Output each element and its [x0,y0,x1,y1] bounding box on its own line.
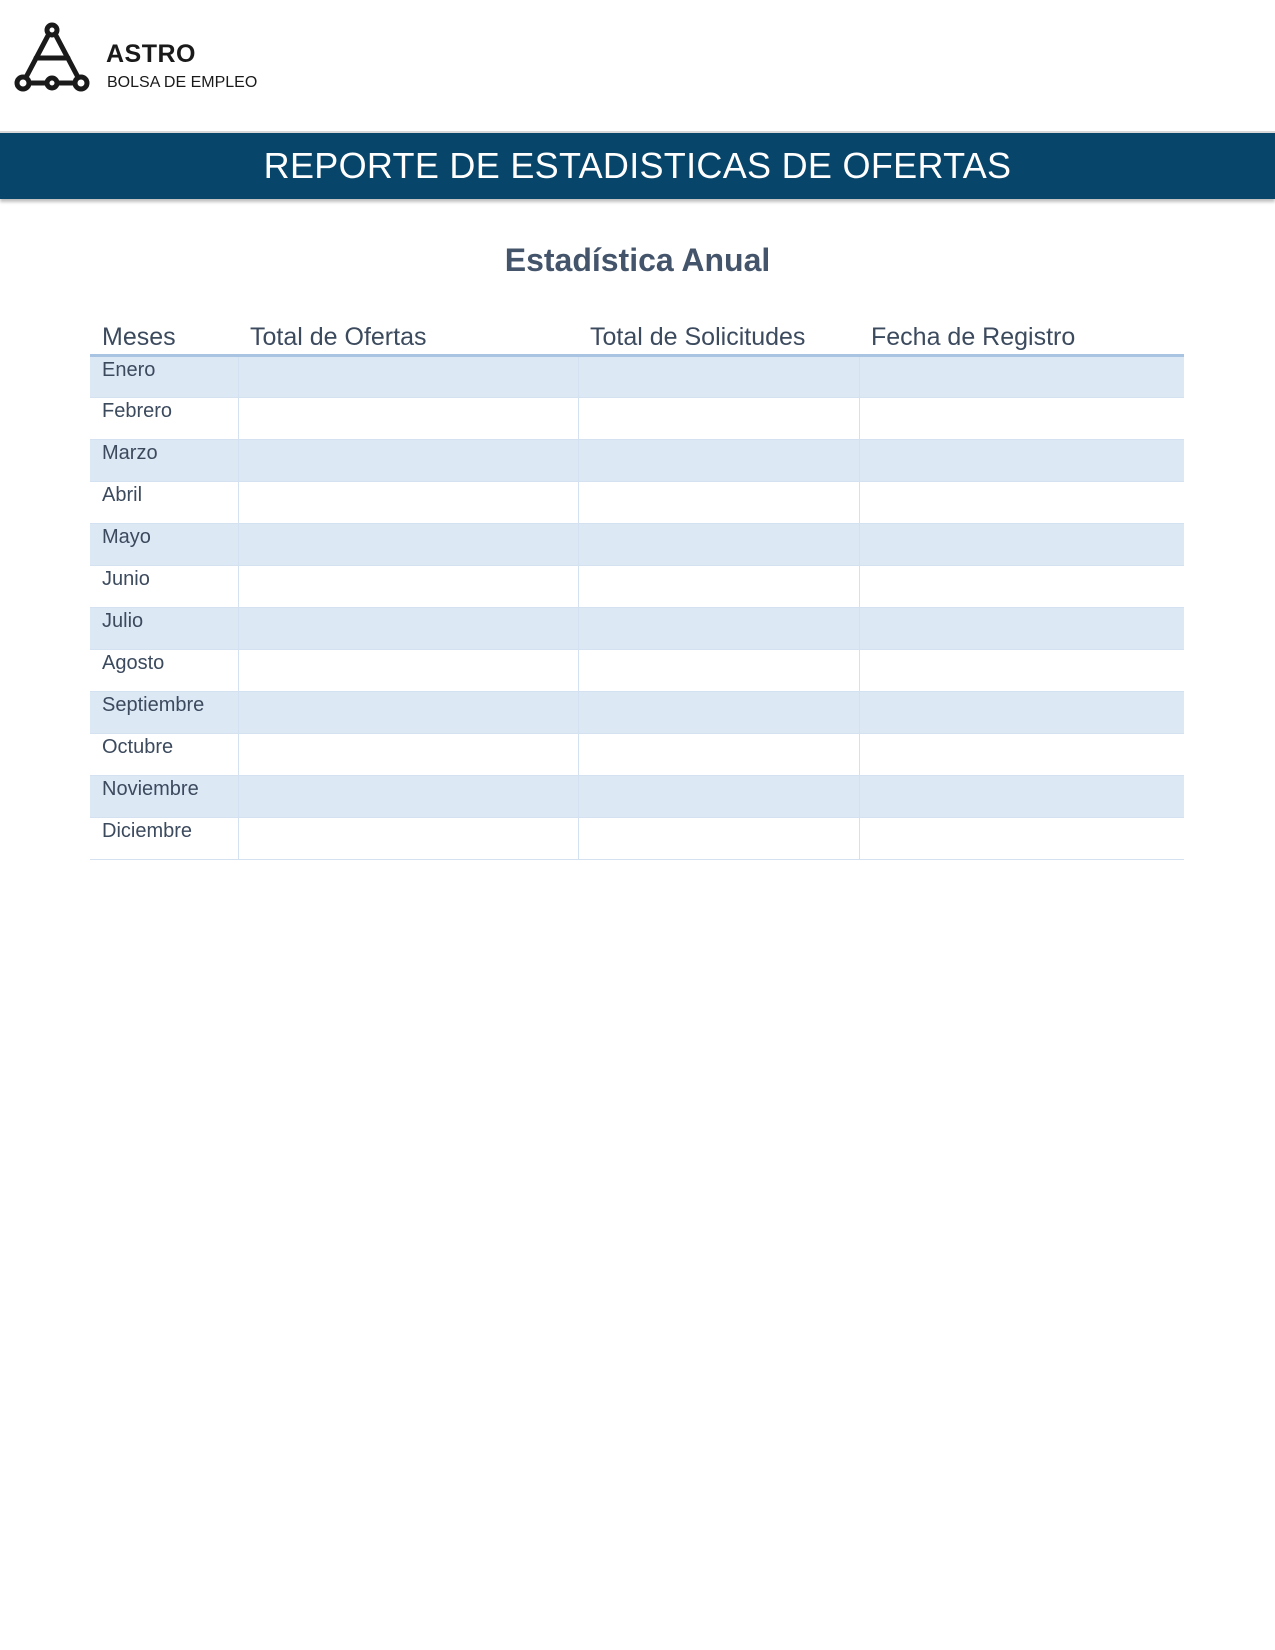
cell-mes: Enero [90,355,238,398]
brand-subtitle: BOLSA DE EMPLEO [107,74,258,91]
cell-mes: Julio [90,607,238,650]
table-row: Diciembre [90,817,1184,860]
table-row: Febrero [90,397,1184,440]
table-row: Abril [90,481,1184,524]
cell-mes: Junio [90,565,238,608]
cell-mes: Octubre [90,733,238,776]
report-banner: REPORTE DE ESTADISTICAS DE OFERTAS [0,131,1275,199]
cell-solicitudes [577,439,859,482]
cell-mes: Abril [90,481,238,524]
table-row: Septiembre [90,691,1184,734]
cell-solicitudes [577,481,859,524]
cell-solicitudes [577,691,859,734]
table-header-row: Meses Total de Ofertas Total de Solicitu… [90,316,1184,357]
cell-ofertas [237,439,578,482]
table-row: Octubre [90,733,1184,776]
cell-ofertas [237,355,578,398]
table-row: Agosto [90,649,1184,692]
cell-fecha [858,355,1184,398]
cell-solicitudes [577,733,859,776]
cell-mes: Septiembre [90,691,238,734]
table-row: Junio [90,565,1184,608]
cell-ofertas [237,523,578,566]
astro-logo-icon [14,22,90,92]
cell-fecha [858,691,1184,734]
column-header-fecha-registro: Fecha de Registro [859,316,1184,357]
cell-mes: Marzo [90,439,238,482]
cell-fecha [858,397,1184,440]
brand-name: ASTRO [106,40,196,68]
cell-mes: Mayo [90,523,238,566]
brand-logo: ASTRO BOLSA DE EMPLEO [14,22,274,97]
cell-solicitudes [577,649,859,692]
cell-ofertas [237,817,578,860]
cell-ofertas [237,481,578,524]
cell-mes: Agosto [90,649,238,692]
cell-fecha [858,565,1184,608]
cell-ofertas [237,565,578,608]
column-header-total-solicitudes: Total de Solicitudes [578,316,859,357]
cell-fecha [858,775,1184,818]
cell-mes: Noviembre [90,775,238,818]
cell-mes: Diciembre [90,817,238,860]
cell-fecha [858,649,1184,692]
cell-solicitudes [577,355,859,398]
cell-solicitudes [577,523,859,566]
cell-solicitudes [577,565,859,608]
cell-mes: Febrero [90,397,238,440]
table-row: Enero [90,355,1184,398]
cell-ofertas [237,691,578,734]
cell-ofertas [237,733,578,776]
table-row: Noviembre [90,775,1184,818]
cell-fecha [858,817,1184,860]
column-header-total-ofertas: Total de Ofertas [238,316,578,357]
cell-solicitudes [577,397,859,440]
cell-ofertas [237,397,578,440]
cell-ofertas [237,775,578,818]
cell-fecha [858,439,1184,482]
column-header-meses: Meses [90,316,238,357]
cell-ofertas [237,607,578,650]
cell-fecha [858,733,1184,776]
cell-solicitudes [577,607,859,650]
cell-fecha [858,481,1184,524]
cell-solicitudes [577,817,859,860]
cell-fecha [858,523,1184,566]
stats-table: Meses Total de Ofertas Total de Solicitu… [90,316,1184,860]
report-title: REPORTE DE ESTADISTICAS DE OFERTAS [263,145,1012,186]
cell-solicitudes [577,775,859,818]
table-row: Marzo [90,439,1184,482]
section-title: Estadística Anual [504,242,771,278]
cell-fecha [858,607,1184,650]
table-row: Julio [90,607,1184,650]
table-row: Mayo [90,523,1184,566]
cell-ofertas [237,649,578,692]
